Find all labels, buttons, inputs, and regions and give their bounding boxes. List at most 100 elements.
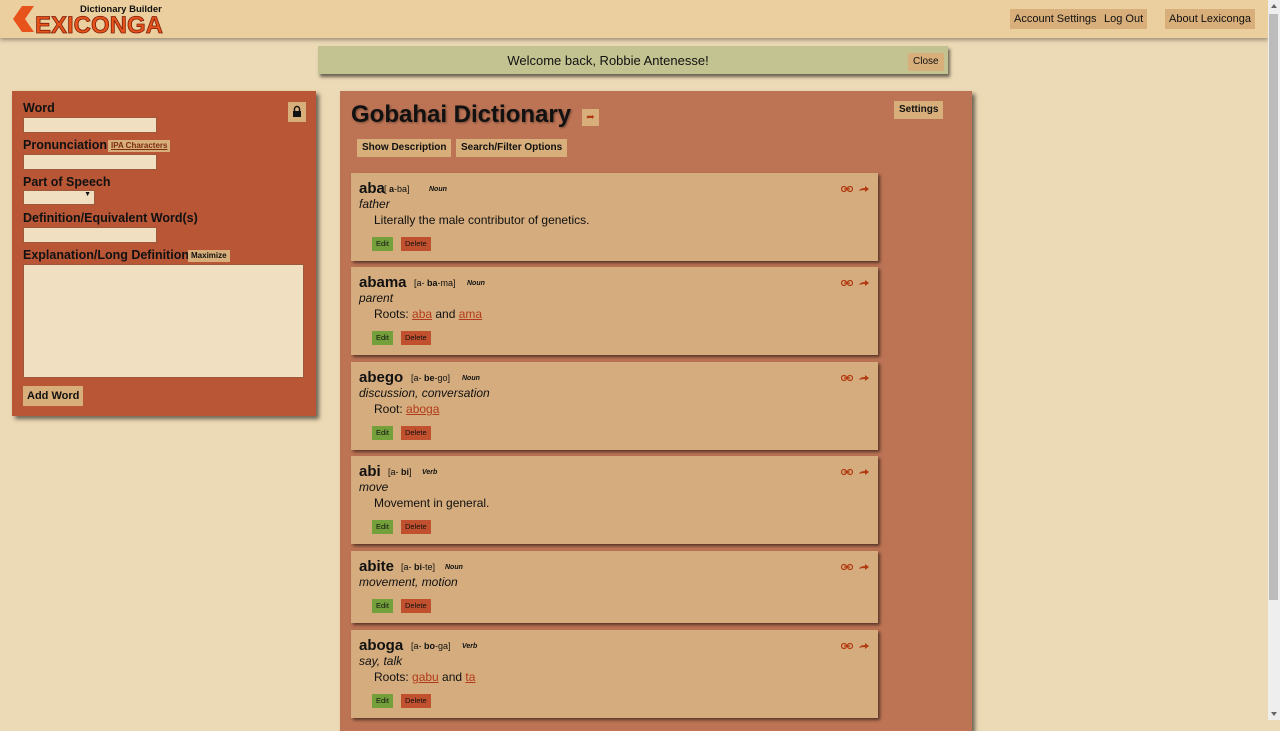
lexiconga-logo[interactable]: Dictionary Builder EXICONGA — [12, 2, 177, 36]
definition-label: Definition/Equivalent Word(s) — [23, 211, 198, 225]
entry-word: abama — [359, 274, 407, 291]
share-arrow-icon[interactable] — [859, 463, 869, 475]
scroll-up-icon[interactable] — [1268, 0, 1280, 12]
entry-explanation: Root: aboga — [374, 402, 440, 416]
scroll-down-icon[interactable] — [1268, 708, 1280, 720]
share-dictionary-button[interactable]: ➦ — [582, 109, 599, 126]
word-entry: abego [a- be-go] Noun discussion, conver… — [351, 362, 878, 450]
entry-definition: discussion, conversation — [359, 386, 490, 400]
pronunciation-label: Pronunciation — [23, 138, 108, 152]
dictionary-title: Gobahai Dictionary — [351, 101, 572, 128]
root-link[interactable]: aba — [412, 307, 432, 321]
entry-word: abite — [359, 558, 395, 575]
delete-button[interactable]: Delete — [401, 599, 431, 613]
delete-button[interactable]: Delete — [401, 331, 431, 345]
entry-pronunciation: [a- bi-te] — [401, 562, 436, 572]
entry-definition: movement, motion — [359, 575, 458, 589]
entry-definition: move — [359, 480, 389, 494]
account-settings-button[interactable]: Account Settings — [1010, 9, 1101, 29]
edit-button[interactable]: Edit — [372, 426, 393, 440]
pronunciation-input[interactable] — [23, 154, 157, 170]
add-word-button[interactable]: Add Word — [23, 386, 84, 406]
entry-pronunciation: [a- bo-ga] — [411, 641, 451, 651]
lock-form-button[interactable] — [288, 102, 306, 122]
entry-explanation: Roots: gabu and ta — [374, 670, 476, 684]
entry-word: aba — [359, 180, 385, 197]
scroll-thumb[interactable] — [1269, 14, 1278, 600]
explanation-label: Explanation/Long Definition — [23, 248, 189, 262]
entry-word: aboga — [359, 637, 404, 654]
entry-part-of-speech: Noun — [467, 280, 485, 287]
close-welcome-button[interactable]: Close — [908, 53, 944, 71]
welcome-banner: Welcome back, Robbie Antenesse! Close — [318, 46, 948, 74]
show-description-button[interactable]: Show Description — [357, 139, 452, 157]
word-entry: abi [a- bi] Verb move Movement in genera… — [351, 456, 878, 544]
word-entry: aboga [a- bo-ga] Verb say, talk Roots: g… — [351, 630, 878, 718]
dropdown-arrow-icon: ▼ — [84, 191, 91, 198]
root-link[interactable]: ama — [459, 307, 482, 321]
share-arrow-icon[interactable] — [859, 274, 869, 286]
entry-definition: parent — [359, 291, 394, 305]
edit-button[interactable]: Edit — [372, 694, 393, 708]
word-input[interactable] — [23, 117, 157, 133]
entry-part-of-speech: Verb — [422, 469, 438, 476]
link-icon[interactable] — [840, 558, 854, 571]
about-button[interactable]: About Lexiconga — [1165, 9, 1255, 29]
lock-icon — [293, 105, 301, 117]
word-entry: aba [ a-ba] Noun father Literally the ma… — [351, 173, 878, 261]
dictionary-panel: Gobahai Dictionary ➦ Settings Show Descr… — [340, 91, 972, 731]
edit-button[interactable]: Edit — [372, 331, 393, 345]
delete-button[interactable]: Delete — [401, 426, 431, 440]
link-icon[interactable] — [840, 274, 854, 287]
word-form-panel: Word Pronunciation IPA Characters Part o… — [12, 91, 316, 416]
root-link[interactable]: aboga — [406, 402, 439, 416]
edit-button[interactable]: Edit — [372, 520, 393, 534]
maximize-button[interactable]: Maximize — [188, 250, 230, 262]
entry-pronunciation: [ a-ba] — [384, 184, 410, 194]
share-arrow-icon[interactable] — [859, 369, 869, 381]
link-icon[interactable] — [840, 463, 854, 476]
edit-button[interactable]: Edit — [372, 237, 393, 251]
delete-button[interactable]: Delete — [401, 237, 431, 251]
entry-part-of-speech: Noun — [445, 564, 463, 571]
word-entry: abite [a- bi-te] Noun movement, motion E… — [351, 551, 878, 623]
log-out-button[interactable]: Log Out — [1100, 9, 1148, 29]
entry-part-of-speech: Noun — [429, 186, 447, 193]
entry-part-of-speech: Verb — [462, 643, 478, 650]
delete-button[interactable]: Delete — [401, 520, 431, 534]
share-arrow-icon[interactable] — [859, 558, 869, 570]
link-icon[interactable] — [840, 180, 854, 193]
edit-button[interactable]: Edit — [372, 599, 393, 613]
entry-definition: say, talk — [359, 654, 403, 668]
root-link[interactable]: ta — [465, 670, 475, 684]
entry-part-of-speech: Noun — [462, 375, 480, 382]
search-filter-button[interactable]: Search/Filter Options — [456, 139, 568, 157]
definition-input[interactable] — [23, 227, 157, 243]
entry-pronunciation: [a- be-go] — [411, 373, 451, 383]
delete-button[interactable]: Delete — [401, 694, 431, 708]
link-icon[interactable] — [840, 637, 854, 650]
root-link[interactable]: gabu — [412, 670, 439, 684]
logo-l-chevron — [13, 6, 34, 32]
entry-explanation: Movement in general. — [374, 496, 490, 510]
part-of-speech-select[interactable]: ▼ — [23, 190, 95, 205]
logo-text: EXICONGA — [35, 12, 163, 36]
top-bar: Dictionary Builder EXICONGA Account Sett… — [0, 0, 1268, 38]
entry-definition: father — [359, 197, 390, 211]
explanation-textarea[interactable] — [23, 264, 304, 378]
entry-word: abego — [359, 369, 404, 386]
entry-explanation: Roots: aba and ama — [374, 307, 483, 321]
word-entry: abama [a- ba-ma] Noun parent Roots: aba … — [351, 267, 878, 355]
entry-explanation: Literally the male contributor of geneti… — [374, 213, 590, 227]
entry-word: abi — [359, 463, 381, 480]
share-arrow-icon[interactable] — [859, 180, 869, 192]
share-arrow-icon[interactable] — [859, 637, 869, 649]
share-arrow-icon: ➦ — [586, 112, 595, 123]
word-label: Word — [23, 101, 55, 115]
ipa-characters-button[interactable]: IPA Characters — [108, 140, 171, 152]
dictionary-settings-button[interactable]: Settings — [894, 101, 944, 119]
page-scrollbar[interactable] — [1268, 0, 1280, 720]
entry-pronunciation: [a- ba-ma] — [414, 278, 456, 288]
welcome-message: Welcome back, Robbie Antenesse! — [507, 53, 709, 68]
link-icon[interactable] — [840, 369, 854, 382]
